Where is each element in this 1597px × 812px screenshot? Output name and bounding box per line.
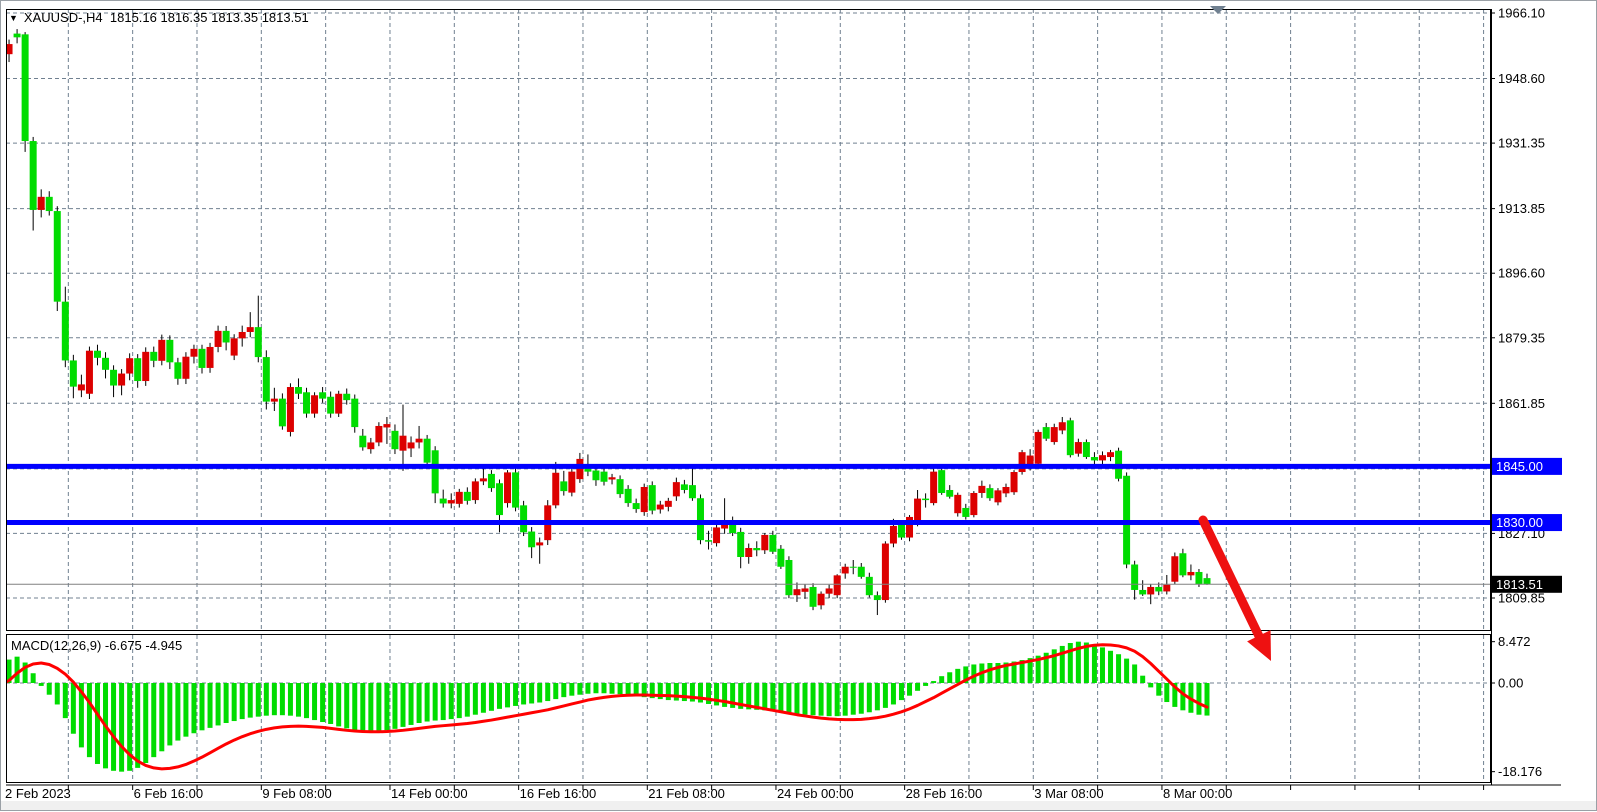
macd-indicator	[1, 642, 1210, 772]
svg-text:1913.85: 1913.85	[1498, 201, 1545, 216]
trend-arrow-object[interactable]	[1203, 520, 1271, 661]
svg-text:28 Feb 16:00: 28 Feb 16:00	[906, 786, 983, 801]
axis-labels: 1966.10 1948.60 1931.35 1913.85 1896.60 1879.…	[5, 6, 1545, 802]
svg-text:3 Mar 08:00: 3 Mar 08:00	[1034, 786, 1103, 801]
svg-text:1896.60: 1896.60	[1498, 266, 1545, 281]
svg-text:-18.176: -18.176	[1498, 764, 1542, 779]
svg-text:1845.00: 1845.00	[1496, 459, 1543, 474]
svg-text:1879.35: 1879.35	[1498, 330, 1545, 345]
svg-text:14 Feb 00:00: 14 Feb 00:00	[391, 786, 468, 801]
svg-text:1966.10: 1966.10	[1498, 6, 1545, 21]
horizontal-line-objects[interactable]	[6, 466, 1491, 522]
chart-canvas[interactable]: 1966.10 1948.60 1931.35 1913.85 1896.60 1879.…	[1, 1, 1597, 812]
svg-text:1830.00: 1830.00	[1496, 515, 1543, 530]
svg-text:8.472: 8.472	[1498, 634, 1531, 649]
symbol-title-bar: ▼ XAUUSD-,H4 1815.16 1816.35 1813.35 181…	[9, 10, 309, 25]
window-bottom-margin	[1, 801, 1596, 810]
symbol-ohlc-title: XAUUSD-,H4 1815.16 1816.35 1813.35 1813.…	[24, 10, 309, 25]
svg-text:21 Feb 08:00: 21 Feb 08:00	[648, 786, 725, 801]
svg-text:1813.51: 1813.51	[1496, 577, 1543, 592]
svg-text:9 Feb 08:00: 9 Feb 08:00	[262, 786, 331, 801]
svg-text:16 Feb 16:00: 16 Feb 16:00	[520, 786, 597, 801]
svg-text:6 Feb 16:00: 6 Feb 16:00	[134, 786, 203, 801]
svg-text:2 Feb 2023: 2 Feb 2023	[5, 786, 71, 801]
gridlines	[6, 9, 1491, 783]
macd-indicator-label: MACD(12,26,9) -6.675 -4.945	[11, 638, 182, 653]
chart-window: ▼ XAUUSD-,H4 1815.16 1816.35 1813.35 181…	[0, 0, 1597, 811]
svg-text:0.00: 0.00	[1498, 676, 1523, 691]
panel-borders	[6, 9, 1561, 785]
symbol-dropdown-icon[interactable]: ▼	[9, 13, 18, 23]
candlesticks	[1, 29, 1211, 615]
svg-text:1861.85: 1861.85	[1498, 396, 1545, 411]
svg-text:1931.35: 1931.35	[1498, 136, 1545, 151]
svg-text:1948.60: 1948.60	[1498, 71, 1545, 86]
svg-text:24 Feb 00:00: 24 Feb 00:00	[777, 786, 854, 801]
price-badges: 1845.00 1830.00 1813.51	[1492, 458, 1562, 593]
svg-text:8 Mar 00:00: 8 Mar 00:00	[1163, 786, 1232, 801]
